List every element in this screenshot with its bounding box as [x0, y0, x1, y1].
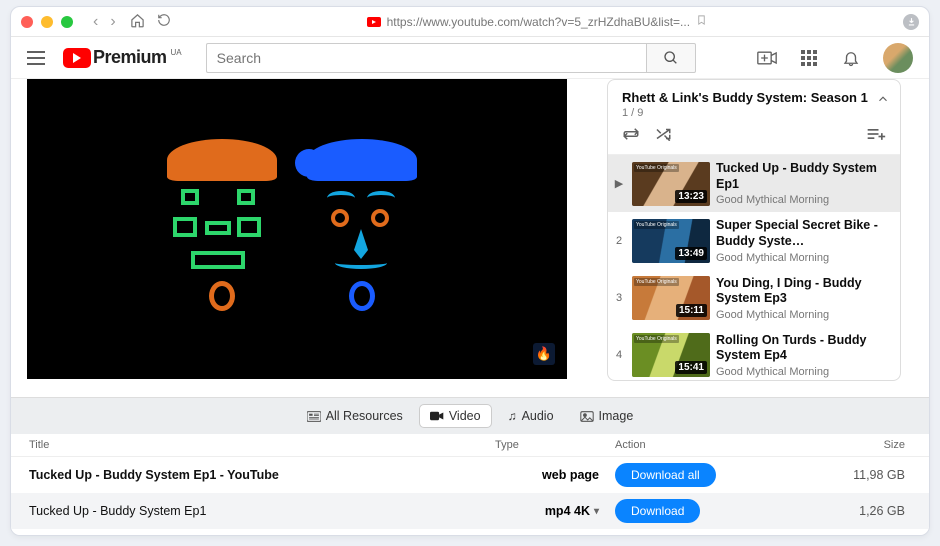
playlist-item-title: You Ding, I Ding - Buddy System Ep3: [716, 276, 892, 307]
playlist-item-title: Rolling On Turds - Buddy System Ep4: [716, 333, 892, 364]
playlist-item-title: Super Special Secret Bike - Buddy Syste…: [716, 218, 892, 249]
address-bar[interactable]: https://www.youtube.com/watch?v=5_zrHZdh…: [367, 13, 707, 30]
apps-icon[interactable]: [799, 48, 819, 68]
notifications-icon[interactable]: [841, 48, 861, 68]
loop-icon[interactable]: [622, 127, 640, 146]
close-window[interactable]: [21, 16, 33, 28]
youtube-icon: [63, 48, 91, 68]
playlist-item[interactable]: 3 YouTube Originals15:11You Ding, I Ding …: [608, 270, 900, 327]
row-type: web page: [495, 468, 615, 482]
row-title: Tucked Up - Buddy System Ep1: [25, 504, 495, 518]
search-input[interactable]: [206, 43, 646, 73]
chevron-down-icon[interactable]: ▾: [594, 506, 599, 517]
forward-button[interactable]: ›: [110, 13, 115, 31]
tab-image[interactable]: Image: [570, 404, 644, 428]
back-button[interactable]: ‹: [93, 13, 98, 31]
downloader-panel: All Resources Video ♫ Audio Image Title …: [11, 397, 929, 536]
browser-window: ‹ › https://www.youtube.com/watch?v=5_zr…: [10, 6, 930, 536]
playlist-index: 3: [612, 292, 626, 304]
row-type[interactable]: mp4 4K▾: [495, 504, 615, 518]
window-controls: [21, 16, 73, 28]
row-size: 1,26 GB: [755, 504, 915, 518]
playlist-item[interactable]: ▶ YouTube Originals13:23Tucked Up - Buddy…: [608, 155, 900, 212]
playlist-item-channel: Good Mythical Morning: [716, 309, 892, 321]
playlist-thumbnail: YouTube Originals15:41: [632, 333, 710, 377]
reload-icon[interactable]: [157, 13, 171, 31]
avatar[interactable]: [883, 43, 913, 73]
collapse-icon[interactable]: [876, 92, 890, 111]
channel-badge-icon: 🔥: [533, 343, 555, 365]
logo-text: Premium: [93, 47, 167, 68]
logo-region: UA: [171, 48, 182, 57]
youtube-masthead: Premium UA: [11, 37, 929, 79]
duration-badge: 15:41: [675, 361, 707, 374]
playlist-item-channel: Good Mythical Morning: [716, 194, 892, 206]
playlist-thumbnail: YouTube Originals13:23: [632, 162, 710, 206]
downloads-icon[interactable]: [903, 14, 919, 30]
playlist-thumbnail: YouTube Originals15:11: [632, 276, 710, 320]
duration-badge: 13:49: [675, 247, 707, 260]
duration-badge: 15:11: [676, 304, 707, 317]
youtube-logo[interactable]: Premium UA: [63, 47, 182, 68]
download-button[interactable]: Download all: [615, 463, 716, 487]
row-title: Tucked Up - Buddy System Ep1 - YouTube: [25, 468, 495, 482]
titlebar: ‹ › https://www.youtube.com/watch?v=5_zr…: [11, 7, 929, 37]
tab-video[interactable]: Video: [419, 404, 492, 428]
playlist-index: 4: [612, 349, 626, 361]
url-text: https://www.youtube.com/watch?v=5_zrHZdh…: [387, 15, 690, 29]
table-row: Tucked Up - Buddy System Ep1mp4 4K▾Downl…: [11, 529, 929, 536]
home-icon[interactable]: [130, 13, 145, 31]
playlist-item[interactable]: 4 YouTube Originals15:41Rolling On Turds …: [608, 327, 900, 380]
bookmark-icon[interactable]: [696, 13, 707, 30]
menu-button[interactable]: [27, 51, 45, 65]
table-header: Title Type Action Size: [11, 434, 929, 457]
playlist-panel: Rhett & Link's Buddy System: Season 1 1 …: [607, 79, 901, 381]
playlist-position: 1 / 9: [622, 107, 886, 119]
playlist-index: 2: [612, 235, 626, 247]
search-button[interactable]: [646, 43, 696, 73]
site-favicon: [367, 17, 381, 27]
save-playlist-icon[interactable]: [866, 127, 886, 146]
playlist-index: ▶: [612, 177, 626, 190]
playlist-title: Rhett & Link's Buddy System: Season 1: [622, 90, 886, 105]
playlist-items[interactable]: ▶ YouTube Originals13:23Tucked Up - Buddy…: [608, 155, 900, 380]
duration-badge: 13:23: [675, 190, 707, 203]
playlist-item-channel: Good Mythical Morning: [716, 252, 892, 264]
minimize-window[interactable]: [41, 16, 53, 28]
download-button[interactable]: Download: [615, 499, 700, 523]
zoom-window[interactable]: [61, 16, 73, 28]
table-row: Tucked Up - Buddy System Ep1mp4 4K▾Downl…: [11, 493, 929, 529]
playlist-thumbnail: YouTube Originals13:49: [632, 219, 710, 263]
playlist-item[interactable]: 2 YouTube Originals13:49Super Special Sec…: [608, 212, 900, 269]
create-icon[interactable]: [757, 48, 777, 68]
tab-all-resources[interactable]: All Resources: [297, 404, 413, 428]
playlist-item-channel: Good Mythical Morning: [716, 366, 892, 378]
row-size: 11,98 GB: [755, 468, 915, 482]
table-row: Tucked Up - Buddy System Ep1 - YouTubewe…: [11, 457, 929, 493]
download-button[interactable]: Download: [615, 535, 700, 536]
tab-audio[interactable]: ♫ Audio: [498, 404, 564, 428]
playlist-item-title: Tucked Up - Buddy System Ep1: [716, 161, 892, 192]
video-player[interactable]: 🔥: [27, 79, 567, 379]
shuffle-icon[interactable]: [654, 127, 672, 146]
